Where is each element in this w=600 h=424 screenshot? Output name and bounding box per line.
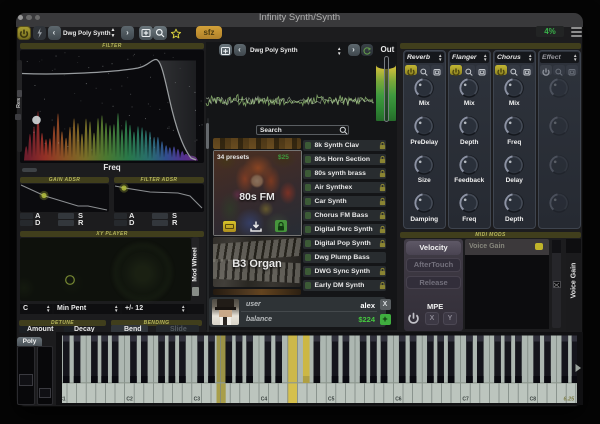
svg-text:C5: C5 bbox=[328, 397, 335, 403]
svg-text:C2: C2 bbox=[126, 397, 133, 403]
svg-text:C8: C8 bbox=[530, 397, 537, 403]
svg-text:6.25: 6.25 bbox=[564, 397, 576, 403]
svg-text:C7: C7 bbox=[462, 397, 469, 403]
svg-text:C4: C4 bbox=[261, 397, 268, 403]
svg-text:C6: C6 bbox=[395, 397, 402, 403]
svg-text:C3: C3 bbox=[194, 397, 201, 403]
